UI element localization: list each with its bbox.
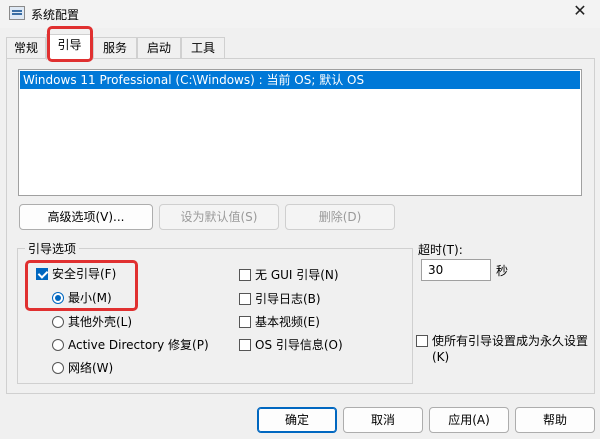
os-boot-info-checkbox[interactable]: OS 引导信息(O): [239, 336, 343, 354]
msconfig-icon: [9, 6, 25, 20]
timeout-input[interactable]: 30: [421, 259, 491, 281]
timeout-label: 超时(T):: [418, 243, 463, 257]
help-button[interactable]: 帮助: [515, 407, 595, 433]
advanced-options-button[interactable]: 高级选项(V)...: [19, 204, 153, 230]
tab-services[interactable]: 服务: [93, 37, 137, 58]
active-directory-repair-radio[interactable]: Active Directory 修复(P): [52, 336, 209, 354]
radio-icon[interactable]: [52, 315, 64, 328]
base-video-checkbox[interactable]: 基本视频(E): [239, 313, 320, 331]
no-gui-boot-checkbox[interactable]: 无 GUI 引导(N): [239, 266, 339, 284]
active-directory-label: Active Directory 修复(P): [68, 338, 209, 352]
base-video-label: 基本视频(E): [255, 315, 320, 329]
radio-icon[interactable]: [52, 338, 64, 351]
checkbox-icon[interactable]: [239, 292, 251, 305]
make-permanent-accelerator: (K): [432, 350, 450, 364]
title-bar: 系统配置 ✕: [0, 0, 600, 28]
os-boot-info-label: OS 引导信息(O): [255, 338, 343, 352]
tab-startup[interactable]: 启动: [137, 37, 181, 58]
make-permanent-checkbox[interactable]: 使所有引导设置成为永久设置 (K): [416, 333, 596, 365]
safe-boot-highlight-annotation: [25, 260, 138, 311]
seconds-label: 秒: [496, 264, 509, 278]
checkbox-icon[interactable]: [239, 268, 251, 281]
alternate-shell-label: 其他外壳(L): [68, 315, 133, 329]
os-list-item[interactable]: Windows 11 Professional (C:\Windows) : 当…: [20, 71, 580, 89]
tab-general[interactable]: 常规: [6, 37, 46, 58]
set-default-button[interactable]: 设为默认值(S): [159, 204, 279, 230]
boot-tab-highlight-annotation: [47, 26, 93, 62]
checkbox-icon[interactable]: [239, 338, 251, 351]
network-radio[interactable]: 网络(W): [52, 359, 113, 377]
cancel-button[interactable]: 取消: [343, 407, 423, 433]
window-title: 系统配置: [31, 8, 80, 22]
close-button[interactable]: ✕: [560, 0, 600, 24]
tab-tools[interactable]: 工具: [181, 37, 225, 58]
make-permanent-label: 使所有引导设置成为永久设置: [432, 334, 589, 348]
os-list[interactable]: Windows 11 Professional (C:\Windows) : 当…: [18, 69, 582, 196]
checkbox-icon[interactable]: [239, 315, 251, 328]
apply-button[interactable]: 应用(A): [429, 407, 509, 433]
no-gui-label: 无 GUI 引导(N): [255, 268, 339, 282]
boot-log-label: 引导日志(B): [255, 292, 321, 306]
ok-button[interactable]: 确定: [257, 407, 337, 433]
boot-options-label: 引导选项: [25, 240, 80, 257]
delete-button[interactable]: 删除(D): [285, 204, 395, 230]
checkbox-icon[interactable]: [416, 334, 428, 347]
alternate-shell-radio[interactable]: 其他外壳(L): [52, 313, 132, 331]
radio-icon[interactable]: [52, 361, 64, 374]
boot-log-checkbox[interactable]: 引导日志(B): [239, 290, 321, 308]
network-label: 网络(W): [68, 361, 114, 375]
